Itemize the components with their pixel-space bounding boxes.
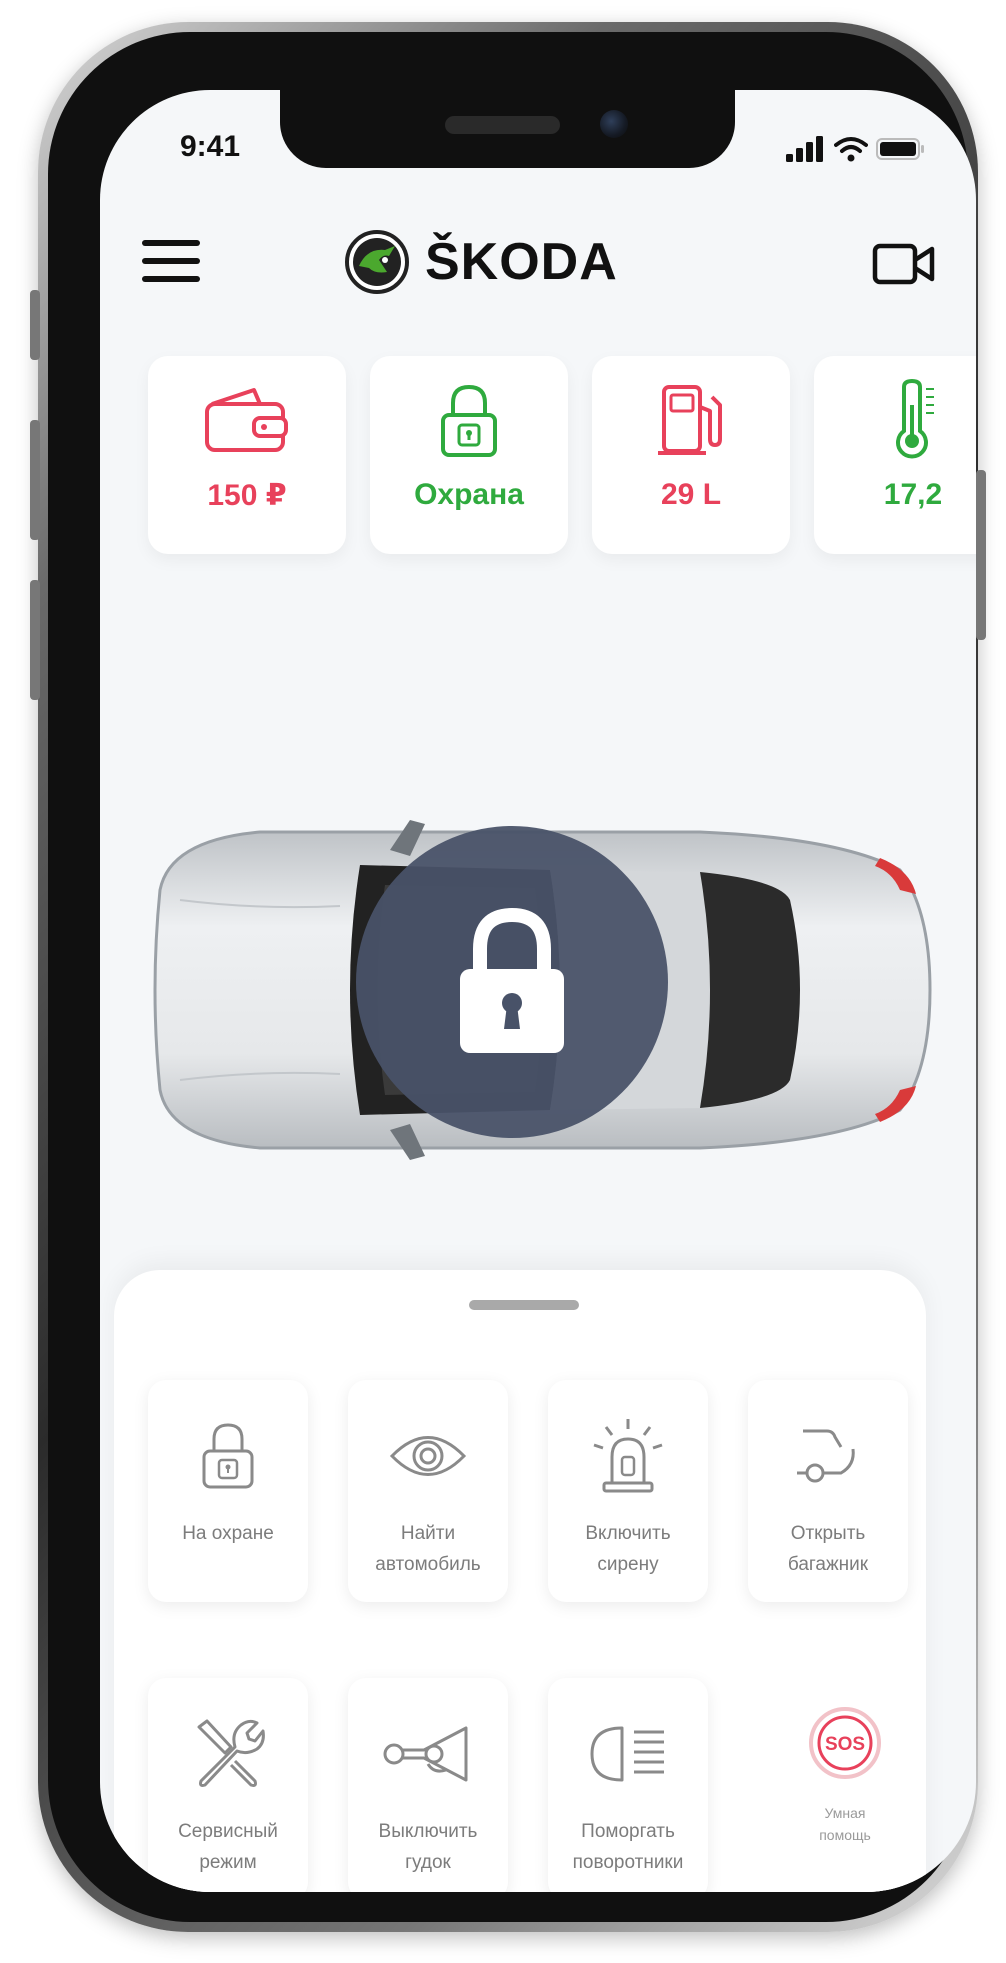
phone-screen-holder: 9:41 ŠKODA 150 ₽ Охрана 29 L 17,2 На охр…: [38, 22, 978, 1932]
open-trunk-button[interactable]: Открыть багажник: [748, 1380, 908, 1602]
skoda-logo-icon: [345, 230, 409, 294]
status-cards: 150 ₽ Охрана 29 L 17,2: [148, 356, 976, 556]
status-icons: [786, 136, 926, 162]
fuel-pump-icon: [658, 385, 722, 455]
lock-icon: [460, 907, 564, 1053]
action-label: Включить сирену: [585, 1523, 671, 1575]
fuel-card[interactable]: 29 L: [592, 356, 790, 554]
balance-value: 150 ₽: [207, 479, 287, 512]
eye-icon: [389, 1436, 467, 1476]
horn-off-button[interactable]: Выключить гудок: [348, 1678, 508, 1892]
brand-name: ŠKODA: [425, 233, 618, 291]
notch: [280, 90, 735, 168]
lock-toggle-button[interactable]: [356, 826, 668, 1138]
speaker-grille: [445, 116, 560, 134]
padlock-icon: [202, 1423, 254, 1489]
siren-icon: [593, 1419, 663, 1493]
security-card[interactable]: Охрана: [370, 356, 568, 554]
battery-icon: [876, 138, 924, 160]
video-camera-icon[interactable]: [872, 242, 936, 286]
menu-icon[interactable]: [142, 240, 200, 290]
security-value: Охрана: [414, 478, 524, 511]
siren-button[interactable]: Включить сирену: [548, 1380, 708, 1602]
wallet-icon: [205, 388, 288, 452]
sos-icon: SOS: [809, 1707, 881, 1779]
wifi-icon: [834, 137, 868, 162]
action-label: На охране: [182, 1523, 274, 1544]
service-mode-button[interactable]: Сервисный режим: [148, 1678, 308, 1892]
temperature-value: 17,2: [883, 478, 943, 511]
balance-card[interactable]: 150 ₽: [148, 356, 346, 554]
fuel-value: 29 L: [660, 478, 722, 511]
status-time: 9:41: [180, 130, 241, 163]
signal-icon: [786, 136, 823, 162]
action-label: Выключить гудок: [378, 1821, 478, 1873]
brand-logo: ŠKODA: [345, 230, 618, 294]
action-label: Умная помощь: [819, 1805, 871, 1843]
headlight-icon: [590, 1726, 664, 1782]
action-label: Открыть багажник: [787, 1523, 869, 1575]
arm-security-button[interactable]: На охране: [148, 1380, 308, 1602]
padlock-icon: [441, 384, 497, 457]
smart-assist-button[interactable]: SOS Умная помощь: [764, 1677, 926, 1892]
action-label: Сервисный режим: [178, 1821, 278, 1873]
temperature-card[interactable]: 17,2: [814, 356, 976, 554]
sheet-drag-handle[interactable]: [469, 1300, 579, 1310]
horn-icon: [383, 1726, 468, 1782]
action-label: Поморгать поворотники: [572, 1821, 684, 1873]
hazard-lights-button[interactable]: Поморгать поворотники: [548, 1678, 708, 1892]
actions-sheet: На охране Найти автомобиль Включить сире…: [114, 1270, 926, 1892]
front-camera: [600, 110, 628, 138]
trunk-icon: [797, 1429, 855, 1483]
action-label: Найти автомобиль: [375, 1523, 481, 1575]
find-car-button[interactable]: Найти автомобиль: [348, 1380, 508, 1602]
app-screen: 9:41 ŠKODA 150 ₽ Охрана 29 L 17,2 На охр…: [100, 90, 976, 1892]
sos-badge-text: SOS: [825, 1734, 865, 1755]
wrench-screwdriver-icon: [197, 1719, 265, 1787]
thermometer-icon: [896, 379, 934, 459]
